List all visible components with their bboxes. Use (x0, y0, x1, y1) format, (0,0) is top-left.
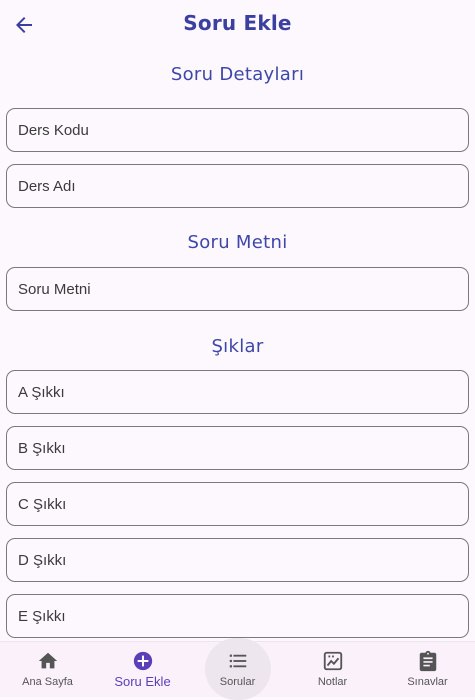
nav-item-grades[interactable]: Notlar (285, 642, 380, 697)
question-text-input[interactable] (7, 268, 468, 310)
nav-item-exams[interactable]: Sınavlar (380, 642, 475, 697)
course-code-field[interactable] (6, 108, 469, 152)
app-bar: Soru Ekle (0, 0, 475, 52)
question-text-field[interactable] (6, 267, 469, 311)
nav-item-questions[interactable]: Sorular (190, 638, 285, 700)
course-name-input[interactable] (7, 165, 468, 207)
section-title-options: Şıklar (211, 336, 264, 357)
option-a-field[interactable] (6, 370, 469, 414)
page-title: Soru Ekle (183, 11, 292, 35)
course-name-field[interactable] (6, 164, 469, 208)
grade-icon (323, 651, 342, 671)
nav-label-exams: Sınavlar (407, 676, 448, 688)
nav-label-home: Ana Sayfa (22, 676, 73, 688)
option-b-input[interactable] (7, 427, 468, 469)
option-c-field[interactable] (6, 482, 469, 526)
nav-label-questions: Sorular (219, 676, 256, 688)
option-c-input[interactable] (7, 483, 468, 525)
course-code-input[interactable] (7, 109, 468, 151)
option-e-field[interactable] (6, 594, 469, 638)
option-e-input[interactable] (7, 595, 468, 637)
option-b-field[interactable] (6, 426, 469, 470)
section-title-details: Soru Detayları (170, 64, 305, 85)
clipboard-icon (419, 650, 436, 672)
home-icon (38, 652, 57, 669)
add-circle-icon (133, 651, 152, 671)
option-d-field[interactable] (6, 538, 469, 582)
nav-label-add-question: Soru Ekle (114, 674, 171, 689)
nav-label-grades: Notlar (317, 676, 348, 688)
option-a-input[interactable] (7, 371, 468, 413)
list-icon (229, 654, 246, 668)
option-d-input[interactable] (7, 539, 468, 581)
nav-item-home[interactable]: Ana Sayfa (0, 642, 95, 697)
nav-item-add-question[interactable]: Soru Ekle (95, 642, 190, 697)
section-title-question-text: Soru Metni (187, 232, 288, 253)
bottom-navigation: Ana Sayfa Soru Ekle Sorular Notlar Sınav… (0, 638, 475, 700)
